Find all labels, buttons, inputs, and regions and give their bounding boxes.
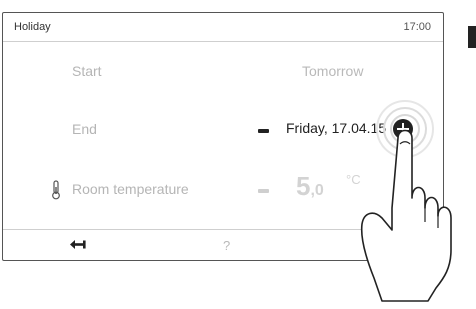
thermometer-icon (52, 180, 60, 200)
start-label: Start (72, 63, 102, 79)
end-label: End (72, 121, 97, 137)
back-arrow-icon[interactable] (69, 239, 87, 250)
side-tab-marker (468, 26, 476, 48)
temperature-value: 5,0 (296, 171, 324, 202)
pointing-hand-icon (360, 129, 452, 302)
title-bar: Holiday 17:00 (3, 13, 443, 42)
clock-time: 17:00 (403, 21, 431, 33)
temperature-integer: 5 (296, 171, 311, 201)
start-value: Tomorrow (302, 63, 364, 79)
room-temperature-label: Room temperature (72, 181, 189, 197)
end-decrease-button[interactable] (258, 129, 269, 133)
screen-title: Holiday (14, 21, 51, 33)
temperature-decimal: ,0 (310, 182, 324, 199)
temperature-decrease-button[interactable] (258, 189, 269, 193)
help-button[interactable]: ? (223, 238, 230, 253)
